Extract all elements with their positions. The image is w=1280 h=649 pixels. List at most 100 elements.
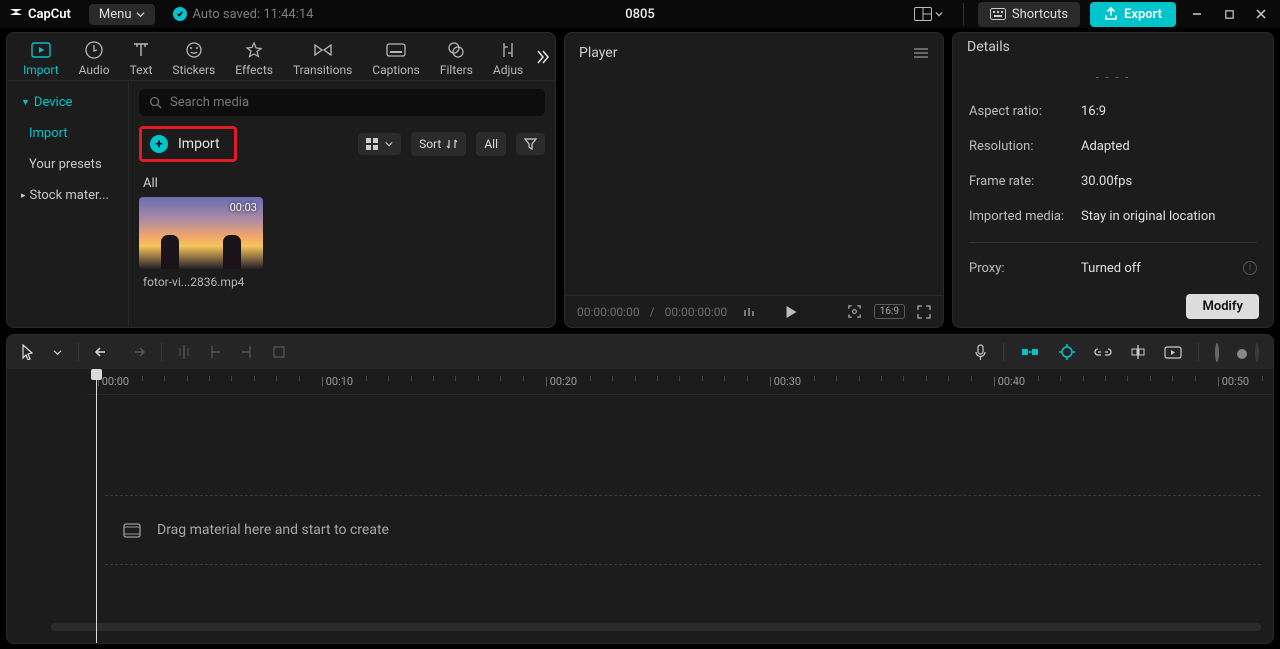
play-button[interactable] <box>785 305 798 319</box>
timeline-ruler[interactable]: 00:00 00:10 00:20 00:30 00:40 00:50 <box>87 369 1273 395</box>
trim-right-tool[interactable] <box>236 340 258 364</box>
link-button[interactable] <box>1090 342 1116 362</box>
timeline-body[interactable]: 00:00 00:10 00:20 00:30 00:40 00:50 Drag… <box>7 369 1273 643</box>
tab-label: Filters <box>440 63 473 77</box>
silhouette-icon <box>223 235 241 269</box>
capcut-logo-icon <box>8 6 24 22</box>
tab-label: Text <box>130 63 153 77</box>
filter-all-button[interactable]: All <box>476 132 506 156</box>
playhead[interactable] <box>96 371 97 643</box>
maximize-button[interactable] <box>1218 3 1240 25</box>
project-title: 0805 <box>625 7 655 22</box>
menu-button[interactable]: Menu <box>89 4 155 25</box>
sort-button[interactable]: Sort <box>411 132 466 156</box>
import-label: Import <box>178 136 220 152</box>
ruler-mark: 00:30 <box>769 375 801 388</box>
player-viewport[interactable] <box>565 73 943 295</box>
magnet-main-button[interactable] <box>1016 341 1044 363</box>
thumbnail-filename: fotor-vi...2836.mp4 <box>139 275 263 289</box>
layout-preset-button[interactable] <box>908 3 949 25</box>
split-tool[interactable] <box>174 340 194 364</box>
timeline-toolbar <box>7 335 1273 369</box>
modify-button[interactable]: Modify <box>1186 294 1259 319</box>
zoom-slider[interactable] <box>1233 348 1241 356</box>
time-total: 00:00:00:00 <box>665 305 728 319</box>
shortcuts-button[interactable]: Shortcuts <box>978 2 1080 27</box>
player-panel: Player 00:00:00:00 / 00:00:00:00 16:9 <box>564 32 944 328</box>
search-input[interactable]: Search media <box>139 89 545 116</box>
title-bar: CapCut Menu Auto saved: 11:44:14 0805 Sh… <box>0 0 1280 28</box>
info-icon[interactable]: i <box>1243 261 1257 275</box>
crop-tool[interactable] <box>268 341 290 363</box>
separator <box>963 3 964 25</box>
zoom-out-button[interactable] <box>1211 341 1223 364</box>
separator <box>969 242 1257 243</box>
transitions-icon <box>313 40 333 60</box>
tab-filters[interactable]: Filters <box>430 36 483 77</box>
export-label: Export <box>1124 7 1162 22</box>
export-button[interactable]: Export <box>1090 2 1176 27</box>
tab-transitions[interactable]: Transitions <box>283 36 362 77</box>
tab-label: Effects <box>235 63 273 77</box>
tab-stickers[interactable]: Stickers <box>162 36 225 77</box>
nav-label: Your presets <box>29 157 102 172</box>
close-button[interactable] <box>1250 3 1272 25</box>
tab-effects[interactable]: Effects <box>225 36 283 77</box>
details-collapse-dots[interactable]: - - - - <box>969 67 1257 94</box>
view-mode-button[interactable] <box>358 133 401 155</box>
selection-tool[interactable] <box>17 340 39 364</box>
zoom-in-button[interactable] <box>1251 341 1263 364</box>
player-menu-button[interactable] <box>913 47 929 59</box>
timeline-drop-zone[interactable]: Drag material here and start to create <box>105 495 1261 565</box>
timeline-scrollbar[interactable] <box>51 623 1261 631</box>
filter-button[interactable] <box>516 133 545 155</box>
nav-device[interactable]: ▼Device <box>7 87 128 118</box>
preview-render-button[interactable] <box>1160 342 1186 363</box>
sort-label: Sort <box>419 137 441 151</box>
nav-import[interactable]: Import <box>7 118 128 149</box>
media-content: Search media + Import Sort <box>129 81 555 327</box>
clip-icon <box>123 523 141 538</box>
align-button[interactable] <box>1126 340 1150 364</box>
brand: CapCut <box>8 6 71 22</box>
scan-icon[interactable] <box>847 304 862 319</box>
asset-tabs: Import Audio Text Stickers Effects Trans… <box>7 33 555 81</box>
ruler-mark: 00:10 <box>321 375 353 388</box>
drop-hint-text: Drag material here and start to create <box>157 522 389 538</box>
tab-label: Audio <box>79 63 110 77</box>
export-icon <box>1104 7 1118 21</box>
trim-left-tool[interactable] <box>204 340 226 364</box>
import-button[interactable]: + Import <box>139 126 237 162</box>
tool-dropdown[interactable] <box>49 344 66 361</box>
effects-icon <box>244 40 264 60</box>
tab-captions[interactable]: Captions <box>362 36 430 77</box>
detail-value: Stay in original location <box>1081 209 1215 224</box>
tab-import[interactable]: Import <box>13 36 69 77</box>
tab-adjust[interactable]: Adjus <box>483 36 533 77</box>
minimize-button[interactable] <box>1186 3 1208 25</box>
fullscreen-icon[interactable] <box>917 305 931 319</box>
adjust-icon <box>498 40 518 60</box>
media-thumbnail[interactable]: 00:03 fotor-vi...2836.mp4 <box>139 197 263 289</box>
thumbnail-duration: 00:03 <box>230 201 257 214</box>
ratio-badge[interactable]: 16:9 <box>874 304 905 319</box>
detail-row-aspect: Aspect ratio:16:9 <box>969 94 1257 129</box>
stickers-icon <box>184 40 204 60</box>
ruler-mark: 00:50 <box>1217 375 1249 388</box>
nav-stock[interactable]: ▸Stock mater... <box>7 180 128 211</box>
shortcuts-label: Shortcuts <box>1012 7 1068 22</box>
voiceover-button[interactable] <box>970 340 991 365</box>
time-separator: / <box>650 305 655 319</box>
timeline-scale-icon[interactable] <box>743 306 757 318</box>
nav-presets[interactable]: Your presets <box>7 149 128 180</box>
auto-snap-button[interactable] <box>1054 340 1080 364</box>
tab-text[interactable]: Text <box>120 36 163 77</box>
tab-audio[interactable]: Audio <box>69 36 120 77</box>
tabs-scroll-right[interactable] <box>533 48 551 66</box>
undo-button[interactable] <box>91 341 115 363</box>
filters-icon <box>446 40 466 60</box>
redo-button[interactable] <box>125 341 149 363</box>
detail-key: Imported media: <box>969 209 1081 224</box>
tab-label: Import <box>23 63 59 77</box>
details-title: Details <box>967 39 1010 55</box>
